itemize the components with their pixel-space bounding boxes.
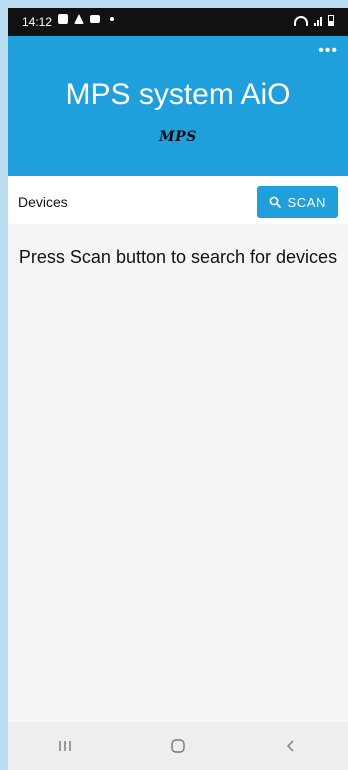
more-notifications-dot: [110, 17, 114, 21]
back-icon[interactable]: [271, 728, 311, 764]
scan-button[interactable]: SCAN: [257, 186, 338, 218]
home-icon[interactable]: [158, 728, 198, 764]
app-header: ••• MPS system AiO MPS: [8, 36, 348, 176]
more-dots-icon[interactable]: •••: [318, 43, 338, 59]
battery-icon: [328, 15, 334, 26]
scan-button-label: SCAN: [287, 194, 326, 210]
devices-toolbar: Devices SCAN: [8, 176, 348, 224]
empty-state-message: Press Scan button to search for devices: [18, 247, 338, 267]
mail-icon: [90, 15, 100, 23]
status-time: 14:12: [22, 15, 53, 29]
system-icons: [294, 15, 334, 26]
search-icon: [270, 196, 282, 208]
app-title: MPS system AiO: [65, 78, 291, 111]
signal-icon: [314, 16, 322, 26]
image-icon: [58, 14, 68, 24]
devices-label: Devices: [18, 194, 68, 210]
drive-icon: [74, 14, 84, 24]
notification-icons: [58, 14, 114, 24]
phone-screen: 14:12 ••• MPS system AiO MPS Devices SCA…: [8, 8, 348, 770]
status-bar: 14:12: [8, 8, 348, 36]
recent-apps-icon[interactable]: [45, 728, 85, 764]
mps-logo: MPS: [159, 129, 197, 145]
android-nav-bar: [8, 722, 348, 770]
wifi-icon: [294, 15, 308, 26]
